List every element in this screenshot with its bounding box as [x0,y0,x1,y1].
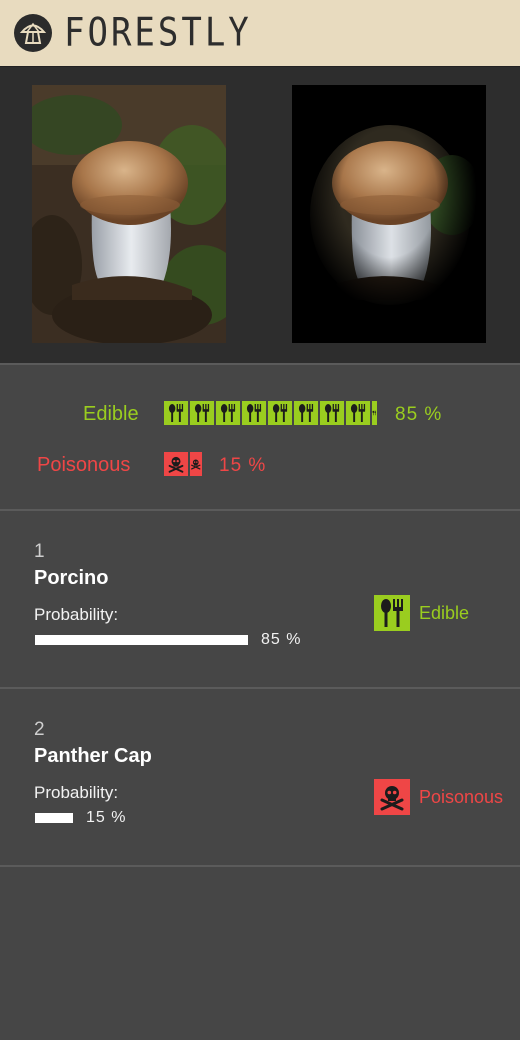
classification-label: Poisonous [419,786,504,807]
mushroom-logo-icon[interactable] [14,14,52,52]
poisonous-summary-row: Poisonous 15 % [0,452,520,478]
result-rank: 1 [34,541,45,562]
fork-spoon-icon [242,401,266,425]
fork-spoon-icon [216,401,240,425]
edible-icon-bar [164,401,379,425]
skull-crossbones-icon [190,452,202,476]
result-card-2[interactable]: 2 Panther Cap Probability: 15 % Poisonou… [0,689,520,867]
classification-badge: Edible [374,595,469,631]
fork-spoon-icon [374,595,410,631]
fork-spoon-icon [294,401,318,425]
fork-spoon-icon [346,401,370,425]
skull-crossbones-icon [374,779,410,815]
poisonous-percent: 15 % [219,455,267,476]
original-photo[interactable] [32,85,226,343]
edible-percent: 85 % [395,404,443,425]
summary-panel: Edible 85 % Poisonous 15 % [0,365,520,511]
probability-label: Probability: [34,783,119,802]
result-card-1[interactable]: 1 Porcino Probability: 85 % Edible [0,511,520,689]
app-title: FORESTLY [64,10,252,56]
result-name: Panther Cap [34,745,152,767]
probability-bar [35,635,248,645]
probability-percent: 15 % [86,809,127,826]
probability-bar [35,813,73,823]
poisonous-label: Poisonous [37,454,131,476]
app-header: FORESTLY [0,0,520,67]
probability-label: Probability: [34,605,119,624]
app-root: FORESTLY Edible 85 % Poisonous 15 % 1 Po… [0,0,520,1040]
edible-label: Edible [83,403,139,425]
poisonous-icon-bar [164,452,204,476]
fork-spoon-icon [268,401,292,425]
fork-spoon-icon [320,401,344,425]
image-panel [0,67,520,365]
skull-crossbones-icon [164,452,188,476]
probability-percent: 85 % [261,631,302,648]
classification-badge: Poisonous [374,779,503,815]
edible-summary-row: Edible 85 % [0,401,520,427]
classification-label: Edible [419,602,470,623]
fork-spoon-icon [190,401,214,425]
processed-photo[interactable] [292,85,486,343]
fork-spoon-icon [164,401,188,425]
fork-spoon-icon [372,401,377,425]
result-name: Porcino [34,567,109,589]
result-rank: 2 [34,719,45,740]
